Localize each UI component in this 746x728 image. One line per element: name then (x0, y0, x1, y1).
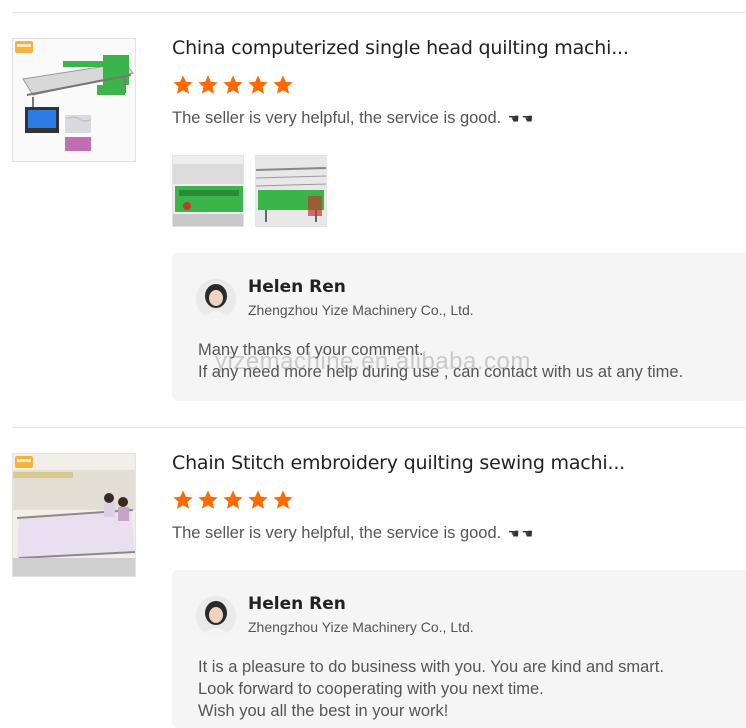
review-comment: The seller is very helpful, the service … (172, 524, 533, 543)
seller-reply: Helen Ren Zhengzhou Yize Machinery Co., … (172, 253, 746, 401)
reply-author-name: Helen Ren (248, 594, 346, 614)
star-icon (198, 490, 218, 509)
star-icon (173, 75, 193, 94)
star-icon (248, 75, 268, 94)
review-photo[interactable] (255, 155, 327, 227)
star-icon (223, 490, 243, 509)
hand-pointing-icon: ☚ (507, 526, 520, 541)
avatar (196, 279, 236, 319)
avatar (196, 596, 236, 636)
review-photo[interactable] (172, 155, 244, 227)
hand-pointing-icon: ☚ (507, 111, 520, 126)
hand-pointing-icon: ☚ (521, 111, 534, 126)
reply-author-name: Helen Ren (248, 277, 346, 297)
reply-text: Many thanks of your comment. If any need… (198, 339, 683, 383)
top-divider (12, 12, 746, 13)
reply-line: Many thanks of your comment. (198, 341, 424, 359)
star-icon (273, 75, 293, 94)
product-title[interactable]: Chain Stitch embroidery quilting sewing … (172, 452, 625, 474)
hand-pointing-icon: ☚ (521, 526, 534, 541)
star-icon (273, 490, 293, 509)
product-thumbnail[interactable] (12, 38, 136, 162)
star-icon (248, 490, 268, 509)
reply-line: If any need more help during use , can c… (198, 363, 684, 381)
reply-text: It is a pleasure to do business with you… (198, 656, 664, 722)
review-comment-text: The seller is very helpful, the service … (172, 524, 502, 542)
star-icon (173, 490, 193, 509)
seller-reply: Helen Ren Zhengzhou Yize Machinery Co., … (172, 570, 746, 728)
reply-company-name: Zhengzhou Yize Machinery Co., Ltd. (248, 619, 474, 635)
product-title[interactable]: China computerized single head quilting … (172, 37, 629, 59)
reply-line: It is a pleasure to do business with you… (198, 658, 664, 676)
review-comment: The seller is very helpful, the service … (172, 109, 533, 128)
reply-line: Look forward to cooperating with you nex… (198, 680, 544, 698)
reply-line: Wish you all the best in your work! (198, 702, 449, 720)
star-icon (198, 75, 218, 94)
reply-company-name: Zhengzhou Yize Machinery Co., Ltd. (248, 302, 474, 318)
star-icon (223, 75, 243, 94)
star-rating (172, 74, 294, 96)
review-divider (12, 427, 746, 428)
star-rating (172, 489, 294, 511)
review-comment-text: The seller is very helpful, the service … (172, 109, 502, 127)
product-thumbnail[interactable] (12, 453, 136, 577)
